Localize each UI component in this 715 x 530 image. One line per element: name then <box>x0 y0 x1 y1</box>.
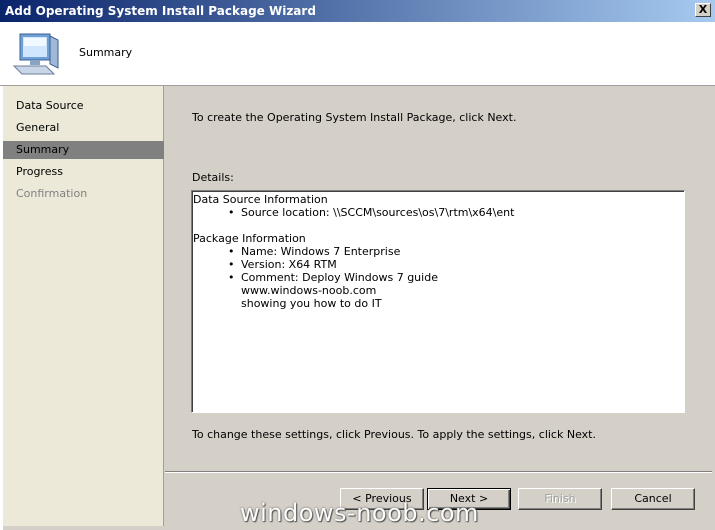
finish-button: Finish <box>518 488 602 510</box>
nav-item-progress[interactable]: Progress <box>3 163 164 181</box>
content-panel: To create the Operating System Install P… <box>165 86 712 526</box>
button-separator <box>165 471 712 473</box>
nav-item-data-source[interactable]: Data Source <box>3 97 164 115</box>
source-location-item: Source location: \\SCCM\sources\os\7\rtm… <box>228 206 684 219</box>
package-list: Name: Windows 7 Enterprise Version: X64 … <box>193 245 684 284</box>
details-textbox[interactable]: Data Source Information Source location:… <box>191 190 685 413</box>
package-version-item: Version: X64 RTM <box>228 258 684 271</box>
data-source-section-title: Data Source Information <box>193 193 328 206</box>
comment-line-2: www.windows-noob.com <box>241 284 377 297</box>
package-name-item: Name: Windows 7 Enterprise <box>228 245 684 258</box>
comment-line-3: showing you how to do IT <box>241 297 382 310</box>
details-label: Details: <box>192 171 234 184</box>
close-button[interactable]: X <box>695 3 711 17</box>
page-title: Summary <box>79 46 133 59</box>
title-bar: Add Operating System Install Package Wiz… <box>0 0 715 22</box>
nav-item-summary[interactable]: Summary <box>3 141 164 159</box>
window-title: Add Operating System Install Package Wiz… <box>5 4 316 18</box>
nav-item-confirmation: Confirmation <box>16 187 88 200</box>
cancel-button[interactable]: Cancel <box>611 488 695 510</box>
intro-text: To create the Operating System Install P… <box>192 111 517 124</box>
data-source-list: Source location: \\SCCM\sources\os\7\rtm… <box>193 206 684 219</box>
watermark-text: windows-noob.com <box>240 499 479 527</box>
wizard-window: Add Operating System Install Package Wiz… <box>0 0 715 530</box>
package-section-title: Package Information <box>193 232 306 245</box>
wizard-nav: Data Source General Summary Progress Con… <box>3 86 164 526</box>
wizard-header: Summary <box>0 22 715 86</box>
nav-item-general[interactable]: General <box>3 119 164 137</box>
package-comment-item: Comment: Deploy Windows 7 guide <box>228 271 684 284</box>
computer-icon <box>12 33 59 75</box>
footer-text: To change these settings, click Previous… <box>192 428 596 441</box>
